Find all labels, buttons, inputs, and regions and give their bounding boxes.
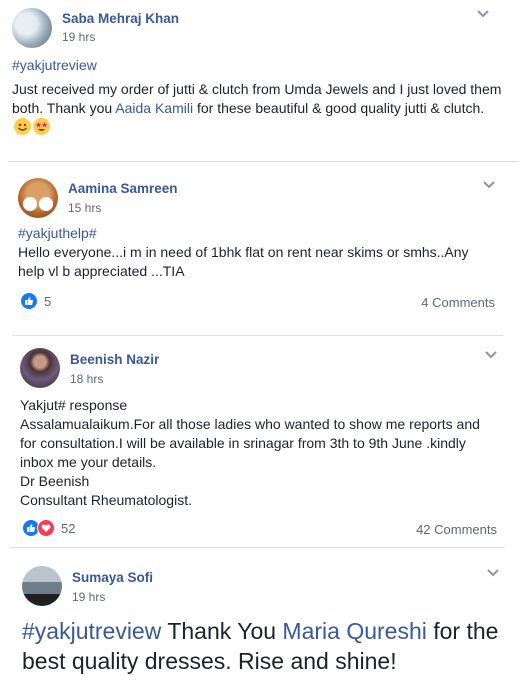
hashtag-link[interactable]: #yakjutreview bbox=[12, 56, 504, 75]
post-card: Saba Mehraj Khan 19 hrs #yakjutreview Ju… bbox=[0, 0, 527, 160]
reactions-summary[interactable]: 52 bbox=[22, 519, 75, 537]
avatar[interactable] bbox=[22, 566, 62, 606]
post-body: #yakjutreview Just received my order of … bbox=[12, 56, 504, 137]
mention-link[interactable]: Aaida Kamili bbox=[115, 100, 193, 116]
comments-link[interactable]: 4 Comments bbox=[421, 295, 495, 310]
post-text-line: inbox me your details. bbox=[20, 454, 157, 470]
smiling-face-icon bbox=[14, 118, 31, 135]
reaction-count: 5 bbox=[44, 293, 52, 309]
post-text-line: Dr Beenish bbox=[20, 473, 90, 489]
post-body: Yakjut# response Assalamualaikum.For all… bbox=[20, 396, 500, 510]
chevron-down-icon[interactable] bbox=[476, 9, 490, 19]
reactions-summary[interactable]: 5 bbox=[20, 292, 51, 310]
post-card: Sumaya Sofi 19 hrs #yakjutreview Thank Y… bbox=[0, 558, 527, 695]
author-name[interactable]: Saba Mehraj Khan bbox=[62, 11, 179, 26]
avatar[interactable] bbox=[12, 8, 52, 48]
post-text: Thank You bbox=[161, 618, 283, 644]
author-name[interactable]: Aamina Samreen bbox=[68, 181, 178, 196]
post-timestamp[interactable]: 19 hrs bbox=[62, 30, 95, 44]
hashtag-link[interactable]: #yakjuthelp# bbox=[18, 224, 496, 243]
comments-link[interactable]: 42 Comments bbox=[416, 522, 497, 537]
post-body: #yakjuthelp# Hello everyone...i m in nee… bbox=[18, 224, 496, 281]
post-text-line: Yakjut# response bbox=[20, 397, 128, 413]
post-text: Hello everyone...i m in need of 1bhk fla… bbox=[18, 244, 469, 279]
author-name[interactable]: Beenish Nazir bbox=[70, 352, 159, 367]
post-text: for these beautiful & good quality jutti… bbox=[193, 100, 485, 116]
reaction-count: 52 bbox=[61, 520, 76, 536]
like-icon bbox=[20, 292, 38, 310]
chevron-down-icon[interactable] bbox=[484, 350, 498, 360]
post-text-line: Consultant Rheumatologist. bbox=[20, 492, 192, 508]
chevron-down-icon[interactable] bbox=[486, 568, 500, 578]
post-body: #yakjutreview Thank You Maria Qureshi fo… bbox=[22, 616, 512, 676]
author-name[interactable]: Sumaya Sofi bbox=[72, 570, 153, 585]
love-icon bbox=[37, 519, 55, 537]
avatar[interactable] bbox=[18, 178, 58, 218]
avatar[interactable] bbox=[20, 348, 60, 388]
post-card: Aamina Samreen 15 hrs #yakjuthelp# Hello… bbox=[0, 170, 527, 330]
post-divider bbox=[12, 335, 503, 336]
post-divider bbox=[8, 161, 519, 162]
hashtag-link[interactable]: #yakjutreview bbox=[22, 618, 161, 644]
post-timestamp[interactable]: 19 hrs bbox=[72, 590, 105, 604]
post-timestamp[interactable]: 15 hrs bbox=[68, 201, 101, 215]
post-text-line: Assalamualaikum.For all those ladies who… bbox=[20, 416, 480, 432]
star-struck-icon bbox=[33, 118, 50, 135]
mention-link[interactable]: Maria Qureshi bbox=[282, 618, 426, 644]
chevron-down-icon[interactable] bbox=[482, 180, 496, 190]
post-timestamp[interactable]: 18 hrs bbox=[70, 372, 103, 386]
post-text-line: for consultation.I will be available in … bbox=[20, 435, 466, 451]
post-divider bbox=[10, 547, 505, 548]
post-card: Beenish Nazir 18 hrs Yakjut# response As… bbox=[0, 340, 527, 545]
